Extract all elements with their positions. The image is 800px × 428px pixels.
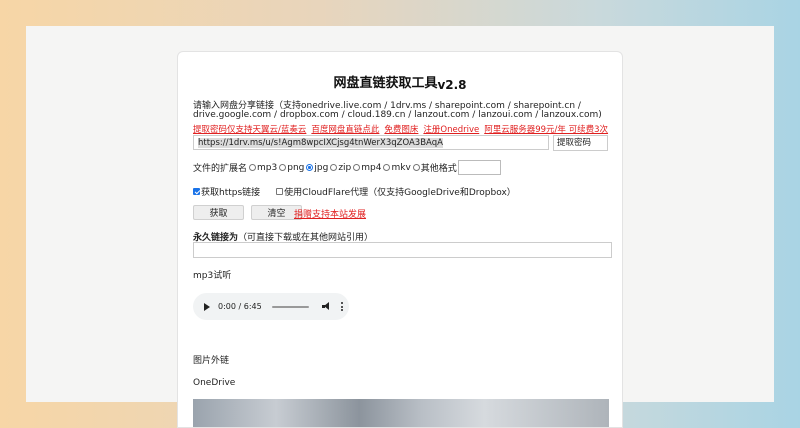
page-title: 网盘直链获取工具v2.8: [178, 72, 622, 92]
promo-links: 提取密码仅支持天翼云/蓝奏云 百度网盘直链点此 免费图床 注册Onedrive 阿里云服…: [193, 123, 613, 135]
image-host-link[interactable]: 免费图床: [384, 125, 418, 135]
radio-png[interactable]: [279, 164, 287, 171]
volume-icon[interactable]: [321, 302, 332, 311]
audio-time: 0:00 / 6:45: [218, 302, 262, 311]
aliyun-link[interactable]: 阿里云服务器99元/年 可续费3次: [484, 125, 608, 135]
version-label: v2.8: [437, 78, 467, 92]
more-options-icon[interactable]: [340, 302, 343, 311]
play-icon[interactable]: [204, 302, 210, 311]
cloudflare-checkbox[interactable]: [276, 188, 284, 195]
ext-label: 文件的扩展名: [193, 164, 248, 174]
extension-row: 文件的扩展名 mp3 png jpg zip mp4 mkv 其他格式: [193, 160, 501, 175]
radio-mkv[interactable]: [383, 164, 391, 171]
https-checkbox[interactable]: [193, 188, 200, 195]
radio-other[interactable]: [412, 164, 420, 171]
radio-zip[interactable]: [330, 164, 338, 171]
donate-link[interactable]: 捐赠支持本站发展: [294, 207, 366, 220]
baidu-link[interactable]: 百度网盘直链点此: [311, 125, 379, 135]
radio-other-label: 其他格式: [420, 164, 457, 174]
radio-zip-label: zip: [338, 162, 352, 173]
password-placeholder: 提取密码: [557, 138, 592, 148]
radio-png-label: png: [287, 162, 305, 173]
options-row: 获取https链接 使用CloudFlare代理（仅支持GoogleDrive和…: [193, 185, 516, 198]
radio-mp4[interactable]: [353, 164, 361, 171]
cloudflare-label: 使用CloudFlare代理（仅支持GoogleDrive和Dropbox）: [284, 188, 516, 198]
radio-jpg-label: jpg: [314, 162, 329, 173]
radio-jpg[interactable]: [306, 164, 314, 171]
onedrive-label: OneDrive: [193, 378, 236, 388]
custom-extension-input[interactable]: [457, 160, 501, 175]
title-text: 网盘直链获取工具: [333, 76, 438, 91]
radio-mkv-label: mkv: [391, 162, 411, 173]
audio-seek-bar[interactable]: [271, 305, 309, 308]
password-input[interactable]: 提取密码: [553, 135, 608, 151]
password-support-link[interactable]: 提取密码仅支持天翼云/蓝奏云: [193, 125, 306, 135]
instructions-line-2: drive.google.com / dropbox.com / cloud.1…: [193, 110, 602, 120]
image-section-label: 图片外链: [193, 356, 230, 366]
share-url-value: https://1drv.ms/u/s!Agm8wpcIXCjsg4tnWerX…: [198, 138, 443, 148]
get-button[interactable]: 获取: [193, 205, 244, 220]
radio-mp4-label: mp4: [361, 162, 382, 173]
register-onedrive-link[interactable]: 注册Onedrive: [423, 125, 479, 135]
mp3-section-label: mp3试听: [193, 271, 232, 281]
audio-player: 0:00 / 6:45: [193, 293, 349, 320]
radio-mp3[interactable]: [249, 164, 257, 171]
permanent-link-field[interactable]: [193, 242, 612, 258]
share-url-input[interactable]: https://1drv.ms/u/s!Agm8wpcIXCjsg4tnWerX…: [193, 135, 549, 150]
onedrive-image-preview: [193, 399, 609, 427]
https-label: 获取https链接: [201, 188, 261, 198]
radio-mp3-label: mp3: [257, 162, 278, 173]
tool-card: 网盘直链获取工具v2.8 请输入网盘分享链接（支持onedrive.live.c…: [177, 51, 623, 428]
